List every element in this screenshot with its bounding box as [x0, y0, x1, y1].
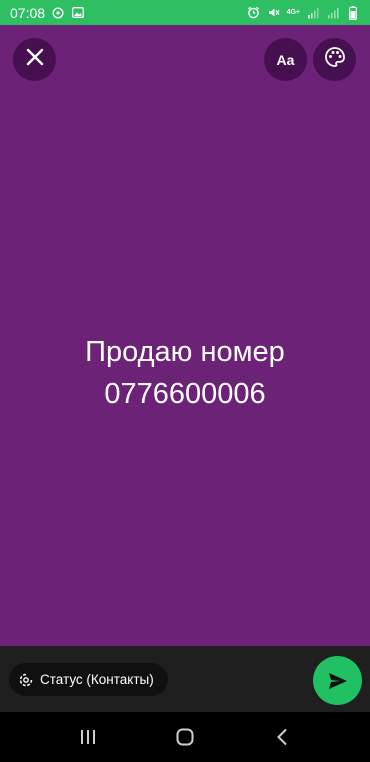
status-ring-icon [19, 673, 33, 687]
text-status-canvas[interactable]: Aa Продаю номер 0776600006 [0, 25, 370, 646]
status-text[interactable]: Продаю номер 0776600006 [0, 331, 370, 415]
font-style-label: Aa [276, 51, 295, 68]
status-text-line-1: Продаю номер [85, 336, 285, 368]
status-bar: 07:08 4G+ [0, 0, 370, 25]
home-icon [176, 728, 194, 746]
signal-icon [306, 6, 320, 20]
mute-icon [267, 6, 281, 20]
whatsapp-notification-icon [51, 6, 65, 20]
font-style-button[interactable]: Aa [264, 38, 307, 81]
close-button[interactable] [13, 38, 56, 81]
back-button[interactable] [262, 717, 302, 757]
send-icon [328, 672, 348, 690]
recent-apps-button[interactable] [68, 717, 108, 757]
signal-icon-2 [326, 6, 340, 20]
alarm-icon [247, 6, 261, 20]
network-type: 4G+ [286, 9, 300, 16]
status-audience-label: Статус (Контакты) [40, 672, 154, 687]
palette-icon [324, 46, 346, 73]
send-button[interactable] [313, 656, 362, 705]
background-color-button[interactable] [313, 38, 356, 81]
back-icon [276, 728, 288, 746]
status-time: 07:08 [10, 4, 46, 21]
status-right: 4G+ [247, 5, 360, 20]
battery-icon [346, 5, 360, 20]
status-text-line-2: 0776600006 [104, 378, 266, 410]
home-button[interactable] [165, 717, 205, 757]
close-icon [26, 48, 44, 71]
navigation-bar [0, 712, 370, 762]
gallery-notification-icon [71, 6, 85, 20]
status-audience-button[interactable]: Статус (Контакты) [9, 663, 168, 696]
recent-apps-icon [79, 729, 97, 745]
bottom-bar: Статус (Контакты) [0, 646, 370, 712]
status-left: 07:08 [10, 5, 85, 21]
